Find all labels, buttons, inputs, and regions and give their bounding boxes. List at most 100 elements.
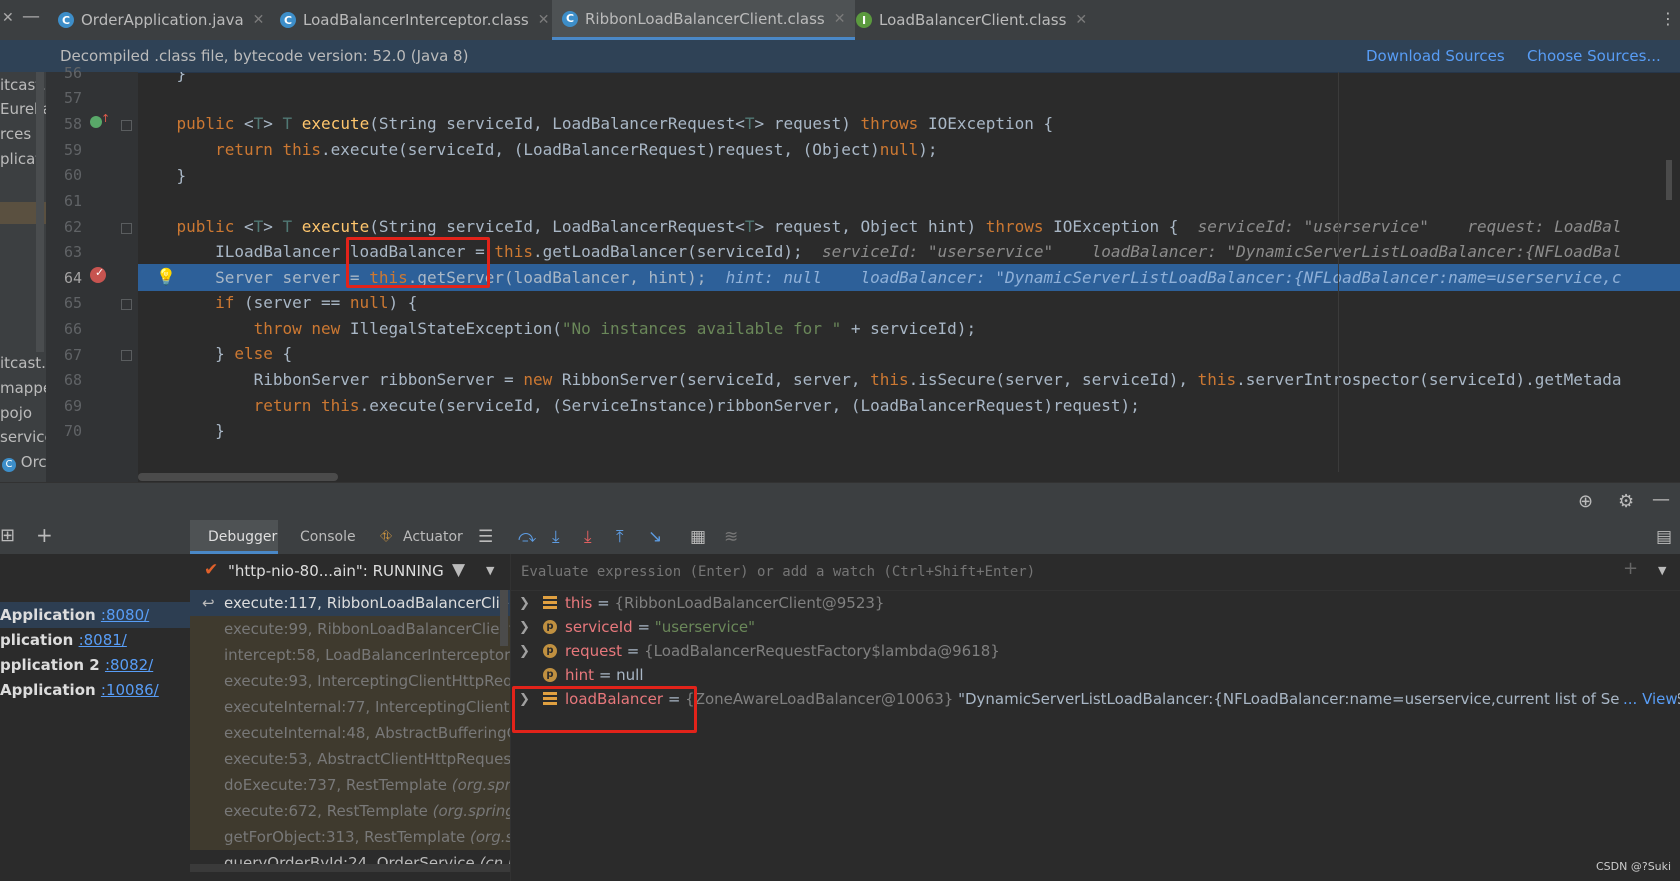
tree-item[interactable]: service [0,428,46,446]
download-sources-link[interactable]: Download Sources [1366,47,1505,65]
frames-panel: ✔ "http-nio-80...ain": RUNNING ▼ ▼ ↩ exec… [190,554,511,881]
stack-frame[interactable]: intercept:58, LoadBalancerInterceptor ( [190,642,510,668]
stack-frame[interactable]: ↩ execute:117, RibbonLoadBalancerClient [190,590,510,616]
stack-frame[interactable]: execute:93, InterceptingClientHttpRequ [190,668,510,694]
variable-row-load-balancer[interactable]: ❯ loadBalancer = {ZoneAwareLoadBalancer@… [511,687,1680,712]
field-icon [543,692,557,706]
tab-ribbon-load-balancer-client[interactable]: C RibbonLoadBalancerClient.class ✕ [552,0,856,40]
thread-selector[interactable]: ✔ "http-nio-80...ain": RUNNING ▼ ▼ [190,554,510,591]
close-panel-icon[interactable]: ✕ [2,10,14,26]
thread-name: "http-nio-80...ain": RUNNING [228,562,444,580]
tree-item[interactable]: mappe [0,379,46,397]
stack-frame[interactable]: doExecute:737, RestTemplate (org.spri [190,772,510,798]
variable-row-this[interactable]: ❯ this = {RibbonLoadBalancerClient@9523} [511,591,1680,616]
service-item[interactable]: Application :8080/ [0,606,149,624]
tab-load-balancer-interceptor[interactable]: C LoadBalancerInterceptor.class ✕ [280,0,549,40]
run-to-cursor-icon[interactable]: ↘ [648,527,662,547]
horizontal-scrollbar-thumb[interactable] [138,473,338,481]
evaluate-expression-icon[interactable]: ▦ [690,527,706,547]
service-port-link[interactable]: :8081/ [79,631,127,649]
chevron-down-icon[interactable]: ▼ [486,564,494,577]
fold-icon[interactable] [121,299,132,310]
step-over-icon[interactable]: ⤼ [518,527,536,547]
add-icon[interactable]: + [36,523,53,547]
frame-label: doExecute:737, RestTemplate [224,776,452,794]
trace-icon[interactable]: ≋ [724,527,738,547]
tree-scrollbar[interactable] [36,72,44,352]
service-port-link[interactable]: :10086/ [101,681,159,699]
view-link[interactable]: ... View [1619,687,1678,712]
tab-console[interactable]: Console [300,529,356,545]
force-step-into-icon[interactable]: ⤓ [584,527,592,547]
minimize-icon[interactable]: — [1652,489,1670,510]
service-item[interactable]: Application :10086/ [0,681,159,699]
stack-frame[interactable]: execute:672, RestTemplate (org.spring. [190,798,510,824]
evaluate-expression-input[interactable] [519,560,1523,584]
variable-row-request[interactable]: ❯ p request = {LoadBalancerRequestFactor… [511,639,1680,664]
service-item[interactable]: pplication 2 :8082/ [0,656,153,674]
filter-icon[interactable]: ▼ [452,560,465,580]
variable-row-service-id[interactable]: ❯ p serviceId = "userservice" [511,615,1680,640]
add-watch-icon[interactable]: + [1623,558,1638,579]
expand-arrow-icon[interactable]: ❯ [519,639,530,664]
step-into-icon[interactable]: ⤓ [552,527,560,547]
tab-label: LoadBalancerInterceptor.class [303,11,529,29]
line-number: 65 [63,294,82,312]
tab-debugger[interactable]: Debugger [208,529,277,545]
tab-load-balancer-client[interactable]: I LoadBalancerClient.class ✕ [856,0,1087,40]
stack-frame[interactable]: queryOrderById:24, OrderService (cn.it [190,850,510,876]
frame-label: executeInternal:48, AbstractBufferingCl [224,724,511,742]
line-number: 59 [63,141,82,159]
variable-name: hint [565,666,595,684]
restore-layout-icon[interactable]: ⊞ [0,525,15,546]
close-tab-icon[interactable]: ✕ [538,12,550,28]
close-tab-icon[interactable]: ✕ [1075,12,1087,28]
step-out-icon[interactable]: ⤒ [616,527,624,547]
service-port-link[interactable]: :8080/ [101,606,149,624]
minimize-icon[interactable]: — [22,6,40,27]
frames-scrollbar[interactable] [500,590,508,646]
target-icon[interactable]: ⊕ [1578,491,1593,512]
service-port-link[interactable]: :8082/ [105,656,153,674]
more-tabs-icon[interactable]: ⋮ [1660,9,1676,28]
vertical-scrollbar-thumb[interactable] [1666,160,1672,200]
stack-frame[interactable]: executeInternal:77, InterceptingClientH [190,694,510,720]
tab-order-application[interactable]: C OrderApplication.java ✕ [58,0,264,40]
code-line: RibbonServer ribbonServer = new RibbonSe… [138,370,1622,389]
fold-icon[interactable] [121,350,132,361]
variable-ref: {ZoneAwareLoadBalancer@10063} [685,690,954,708]
lightbulb-icon[interactable]: 💡 [156,267,176,286]
fold-icon[interactable] [121,223,132,234]
frames-h-scrollbar[interactable] [190,864,510,872]
close-tab-icon[interactable]: ✕ [834,11,846,27]
threads-menu-icon[interactable]: ☰ [478,527,493,547]
inline-debug-hint: serviceId: "userservice" request: LoadBa… [1197,217,1622,236]
tab-actuator[interactable]: Actuator [403,529,463,545]
gear-icon[interactable]: ⚙ [1618,491,1634,512]
override-arrow-icon: ↑ [101,112,111,125]
code-editor[interactable]: } public <T> T execute(String serviceId,… [138,72,1680,482]
actuator-icon: ⛗ [380,527,393,545]
layout-icon[interactable]: ▤ [1656,527,1672,547]
stack-frame[interactable]: execute:99, RibbonLoadBalancerClient [190,616,510,642]
stack-frame[interactable]: executeInternal:48, AbstractBufferingCl [190,720,510,746]
fold-icon[interactable] [121,120,132,131]
expand-arrow-icon[interactable]: ❯ [519,615,530,640]
expand-arrow-icon[interactable]: ❯ [519,687,530,712]
variable-row-hint[interactable]: p hint = null [511,663,1680,688]
close-tab-icon[interactable]: ✕ [253,12,265,28]
tree-item[interactable]: rces [0,125,31,143]
variable-name: serviceId [565,618,633,636]
tree-item[interactable]: pojo [0,404,32,422]
tree-item[interactable]: itcast.c [0,354,46,372]
stack-frame[interactable]: getForObject:313, RestTemplate (org.s [190,824,510,850]
choose-sources-link[interactable]: Choose Sources... [1527,47,1661,65]
horizontal-scrollbar[interactable] [138,472,1680,482]
stack-frame[interactable]: execute:53, AbstractClientHttpRequest [190,746,510,772]
chevron-down-icon[interactable]: ▼ [1658,564,1666,577]
tree-item-orc[interactable]: C Orc [2,453,46,472]
watermark: CSDN @?Suki [1596,860,1672,873]
service-item[interactable]: plication :8081/ [0,631,127,649]
breakpoint-check-icon: ✓ [95,266,105,279]
expand-arrow-icon[interactable]: ❯ [519,591,530,616]
